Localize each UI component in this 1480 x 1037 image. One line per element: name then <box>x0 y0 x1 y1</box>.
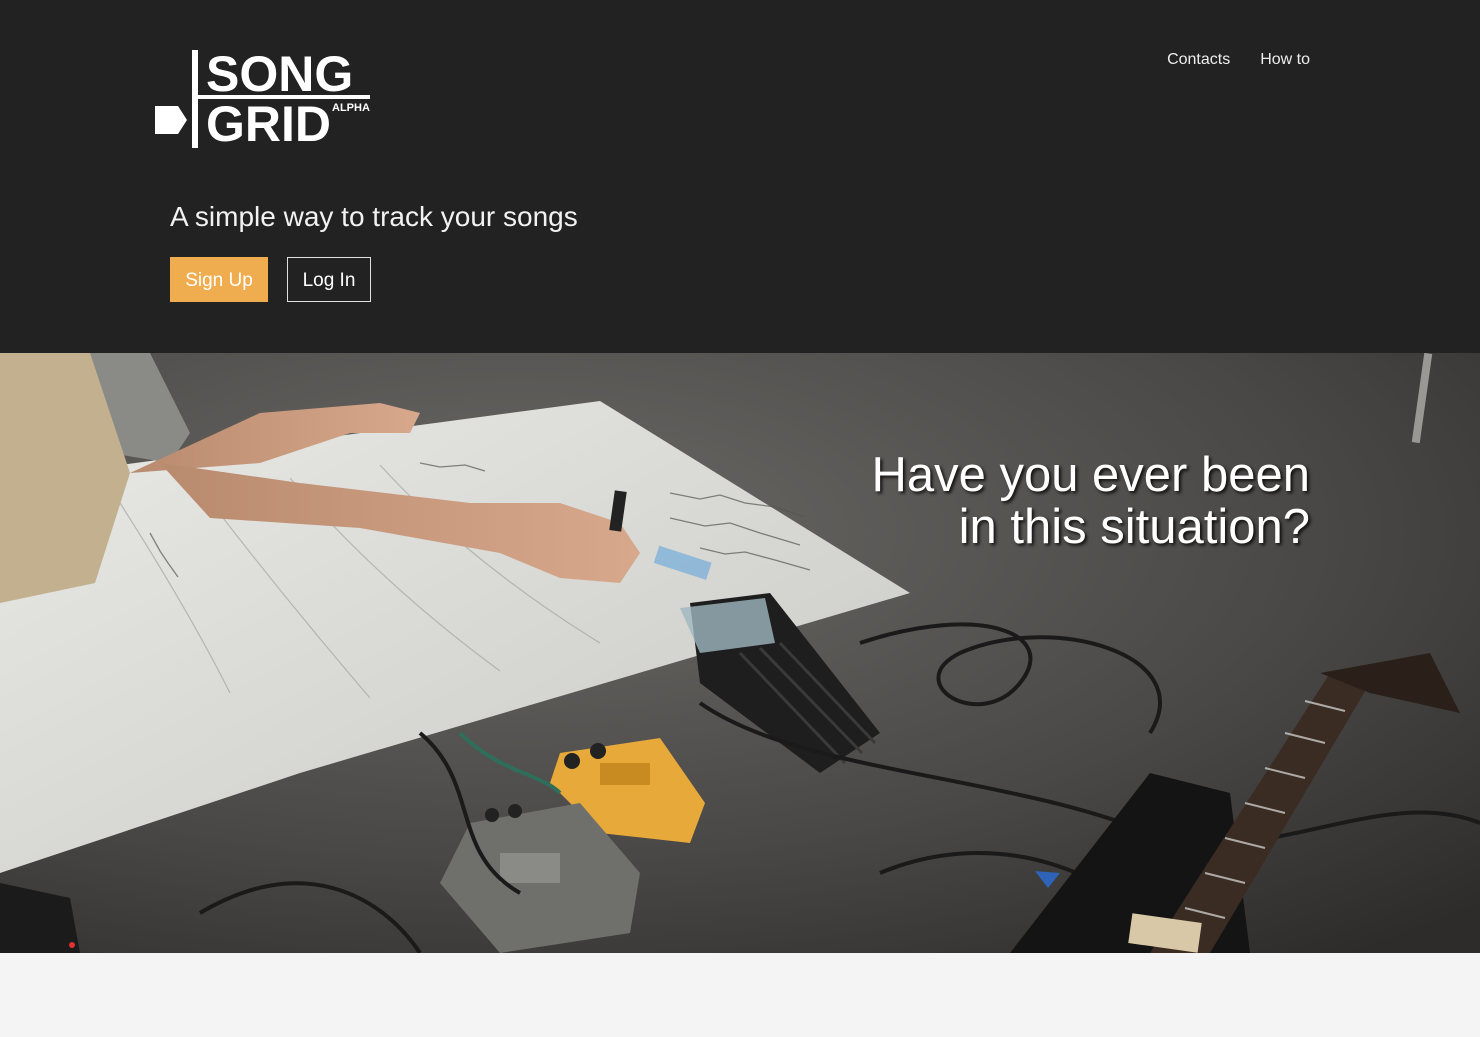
nav-link-contacts[interactable]: Contacts <box>1167 50 1230 70</box>
hero-banner: Have you ever been in this situation? <box>0 353 1480 953</box>
page-footer-area <box>0 953 1480 1037</box>
logo-grid: GRID <box>206 96 331 149</box>
nav-link-how-to[interactable]: How to <box>1260 50 1310 70</box>
logo-song: SONG <box>206 49 353 102</box>
top-nav: Contacts How to <box>1167 50 1310 70</box>
songgrid-logo[interactable]: SONG GRID ALPHA <box>154 49 374 149</box>
hero-headline-line2: in this situation? <box>958 500 1310 554</box>
hero-photo <box>0 353 1480 953</box>
sign-up-button[interactable]: Sign Up <box>170 257 268 302</box>
hero-headline-line1: Have you ever been <box>871 448 1310 502</box>
site-header: SONG GRID ALPHA Contacts How to A simple… <box>0 0 1480 353</box>
log-in-button[interactable]: Log In <box>287 257 371 302</box>
hero-headline: Have you ever been in this situation? <box>871 449 1310 553</box>
tagline: A simple way to track your songs <box>170 201 578 232</box>
logo-alpha-badge: ALPHA <box>332 102 370 114</box>
